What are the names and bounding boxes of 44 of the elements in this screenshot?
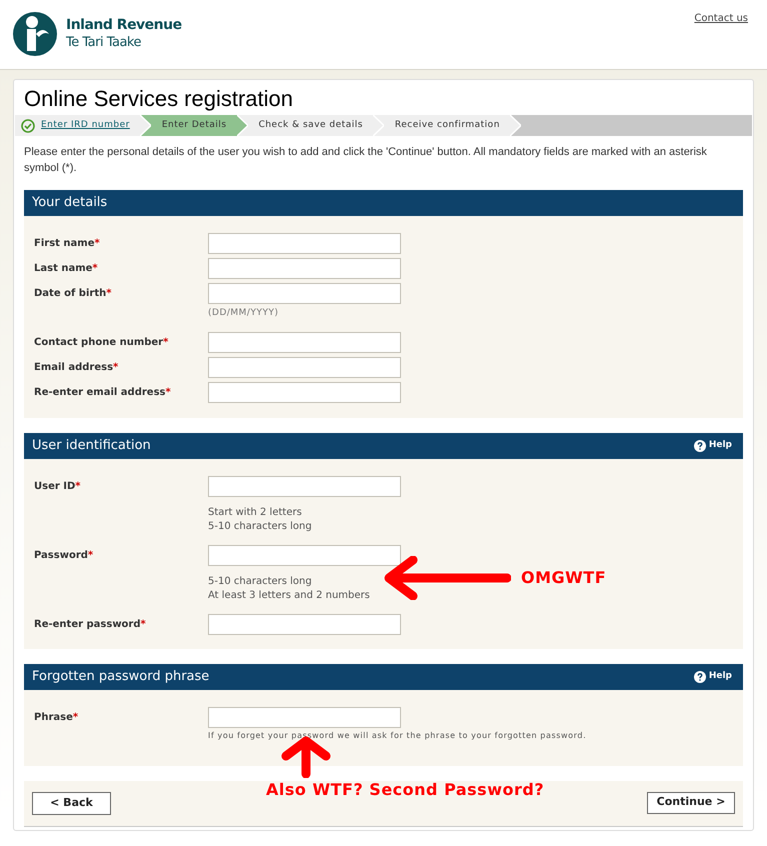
page-title: Online Services registration <box>23 85 294 113</box>
field-label: Last name* <box>34 263 98 274</box>
section-title: Forgotten password phrase <box>32 668 210 686</box>
input-field[interactable] <box>208 382 401 402</box>
input-field[interactable] <box>208 544 401 566</box>
field-label: User ID* <box>34 480 81 492</box>
section-title: User identification <box>32 436 151 455</box>
input-field[interactable] <box>208 258 401 279</box>
field-hint: 5-10 characters long <box>208 574 313 588</box>
field-label: First name* <box>34 238 100 249</box>
field-hint: At least 3 letters and 2 numbers <box>208 588 371 602</box>
field-hint: If you forget your password we will ask for the phrase to your forgotten password. <box>208 730 586 742</box>
annotation-text: OMGWTF <box>521 567 606 589</box>
input-field[interactable] <box>208 706 401 728</box>
input-field[interactable] <box>208 614 401 634</box>
brand-name: Inland Revenue <box>66 17 182 34</box>
logo-icon <box>13 12 57 56</box>
help-icon <box>694 670 706 682</box>
intro-text: Please enter the personal details of the user you wish to add and click the 'Continue' button. All mandatory fields are marked with an asterisk symbol (*). <box>24 145 708 176</box>
check-icon <box>21 118 35 132</box>
field-label: Contact phone number* <box>34 336 168 348</box>
help-link[interactable]: Help <box>694 670 732 684</box>
help-icon <box>694 440 706 452</box>
field-label: Date of birth* <box>34 288 112 299</box>
input-field[interactable] <box>208 332 401 352</box>
field-label: Email address* <box>34 362 118 372</box>
brand-subtitle: Te Tari Taake <box>66 34 142 51</box>
back-button[interactable]: < Back <box>32 792 111 814</box>
input-field[interactable] <box>208 283 401 304</box>
field-label: Re-enter password* <box>34 618 146 630</box>
input-field[interactable] <box>208 476 401 496</box>
contact-link[interactable]: Contact us <box>694 11 748 69</box>
help-link[interactable]: Help <box>694 438 732 452</box>
field-hint: 5-10 characters long <box>208 520 313 534</box>
field-hint: Start with 2 letters <box>208 506 303 520</box>
input-field[interactable] <box>208 233 401 254</box>
input-field[interactable] <box>208 356 401 378</box>
field-label: Password* <box>34 550 94 560</box>
continue-button[interactable]: Continue > <box>647 792 735 814</box>
field-label: Re-enter email address* <box>34 386 171 398</box>
section-title: Your details <box>32 194 108 212</box>
field-hint: (DD/MM/YYYY) <box>208 307 280 320</box>
field-label: Phrase* <box>34 712 78 722</box>
annotation-text: Also WTF? Second Password? <box>266 779 544 801</box>
